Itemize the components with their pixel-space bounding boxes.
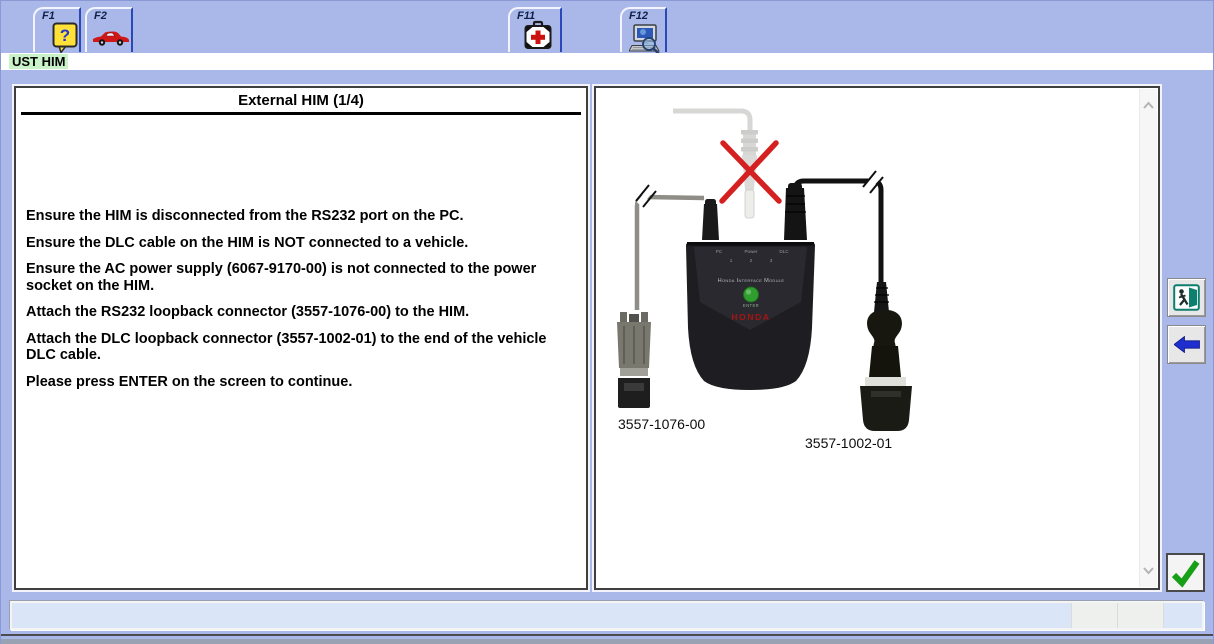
check-icon [1170,557,1201,588]
f2-key-label: F2 [94,10,107,22]
breadcrumb: UST HIM [9,54,68,69]
breadcrumb-bar: UST HIM [0,53,1214,70]
f12-pc-diagnostics-button[interactable]: F12 [620,7,667,52]
vehicle-car-icon [92,29,130,47]
device-name-label: Honda Interface Module [718,278,785,284]
scrollbar[interactable] [1139,89,1157,587]
instruction-text: Ensure the HIM is disconnected from the … [26,208,550,225]
instruction-list: Ensure the HIM is disconnected from the … [16,208,586,390]
pc-port-plug [702,199,719,240]
f11-first-aid-button[interactable]: F11 [508,7,562,52]
help-question-icon: ? [52,22,78,53]
instruction-text: Attach the DLC loopback connector (3557-… [26,331,550,364]
computer-search-icon [629,23,661,55]
instructions-panel: External HIM (1/4) Ensure the HIM is dis… [14,86,588,590]
led-label-2: 2 [750,258,753,263]
svg-text:?: ? [60,26,70,45]
dlc-loopback-connector [860,282,912,431]
f12-key-label: F12 [629,10,648,22]
first-aid-kit-icon [523,20,553,52]
port-label-pc: PC [716,249,723,254]
led-label-3: 3 [770,258,773,263]
back-arrow-icon [1174,336,1200,353]
back-button[interactable] [1167,325,1206,364]
rs232-loopback-connector [617,312,651,408]
toolbar: F1 ? F2 F11 F12 [0,0,1214,53]
rs232-loopback-label: 3557-1076-00 [618,416,705,432]
f1-help-button[interactable]: F1 ? [33,7,81,52]
him-module: PC Power DLC 1 2 3 Honda Interface Modul… [686,242,815,390]
exit-icon [1173,284,1200,311]
enter-button-led [744,287,759,302]
honda-brand-label: HONDA [731,312,770,322]
led-label-1: 1 [730,258,733,263]
him-diagram: PC Power DLC 1 2 3 Honda Interface Modul… [598,90,1143,520]
port-label-dlc: DLC [779,249,789,254]
exit-button[interactable] [1167,278,1206,317]
status-cell [1071,603,1118,628]
window-footer [0,632,1214,644]
scroll-down-icon[interactable] [1142,566,1155,575]
confirm-button[interactable] [1166,553,1205,592]
dlc-loopback-label: 3557-1002-01 [805,435,892,451]
instruction-text: Attach the RS232 loopback connector (355… [26,304,550,321]
scroll-up-icon[interactable] [1142,101,1155,110]
instruction-text: Ensure the DLC cable on the HIM is NOT c… [26,235,550,252]
status-cell [1117,603,1164,628]
instruction-text: Ensure the AC power supply (6067-9170-00… [26,261,550,294]
f1-key-label: F1 [42,10,55,22]
f2-vehicle-button[interactable]: F2 [85,7,133,52]
page-title: External HIM (1/4) [16,88,586,109]
instruction-text: Please press ENTER on the screen to cont… [26,374,550,391]
title-separator [21,112,581,115]
port-label-power: Power [744,249,757,254]
status-bar [10,601,1204,630]
dlc-port-plug [784,183,807,240]
diagram-panel: PC Power DLC 1 2 3 Honda Interface Modul… [594,86,1160,590]
enter-label: ENTER [743,303,759,308]
